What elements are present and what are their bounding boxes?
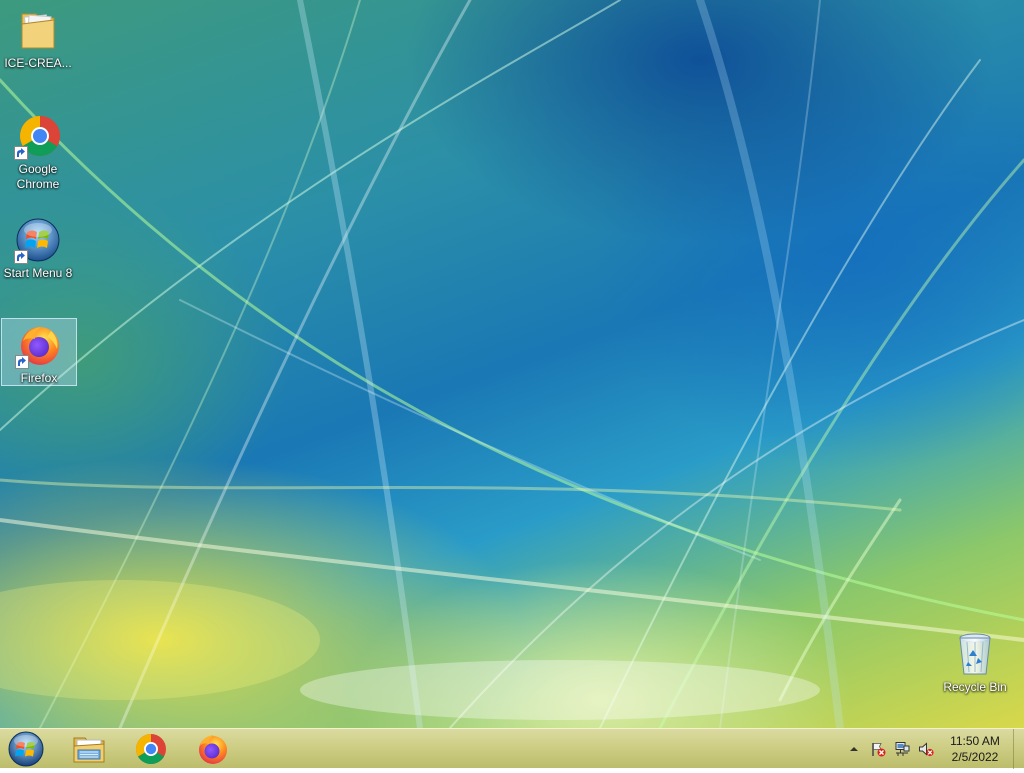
system-tray: 11:50 AM 2/5/2022 xyxy=(844,729,1024,769)
action-center-button[interactable] xyxy=(870,741,886,757)
chrome-icon xyxy=(135,734,166,765)
recycle-bin-icon xyxy=(951,630,999,678)
clock-date: 2/5/2022 xyxy=(951,750,999,764)
desktop-icon-label: Google Chrome xyxy=(16,162,60,191)
taskbar-chrome-button[interactable] xyxy=(125,730,177,768)
windows-orb-icon xyxy=(8,731,44,767)
clock-time: 11:50 AM xyxy=(950,734,1000,748)
clock[interactable]: 11:50 AM 2/5/2022 xyxy=(940,733,1010,765)
action-center-flag-icon xyxy=(872,743,886,757)
network-status-button[interactable] xyxy=(894,741,910,757)
network-icon xyxy=(895,742,910,756)
taskbar: 11:50 AM 2/5/2022 xyxy=(0,728,1024,769)
volume-muted-icon xyxy=(919,742,934,757)
file-explorer-icon xyxy=(73,737,105,763)
shortcut-arrow-icon xyxy=(14,250,28,264)
windows-orb-icon xyxy=(14,216,62,264)
firefox-icon xyxy=(199,735,227,764)
desktop-icon-recycle-bin[interactable]: Recycle Bin xyxy=(937,628,1013,695)
volume-button[interactable] xyxy=(918,741,934,757)
desktop-icon-label: Firefox xyxy=(20,371,58,385)
chrome-icon xyxy=(14,112,62,160)
desktop-icon-label: Start Menu 8 xyxy=(3,266,73,280)
desktop-icon-ice-cream-folder[interactable]: ICE-CREA... xyxy=(0,4,76,71)
desktop-icon-firefox[interactable]: Firefox xyxy=(1,318,77,386)
desktop-icon-google-chrome[interactable]: Google Chrome xyxy=(0,110,76,192)
desktop-icon-label: ICE-CREA... xyxy=(4,56,72,70)
wallpaper xyxy=(0,0,1024,728)
taskbar-firefox-button[interactable] xyxy=(187,730,239,768)
show-hidden-icons-button[interactable] xyxy=(846,741,862,757)
folder-icon xyxy=(14,6,62,54)
chevron-up-icon xyxy=(850,747,858,751)
start-button[interactable] xyxy=(4,730,48,768)
desktop-icon-start-menu-8[interactable]: Start Menu 8 xyxy=(0,214,76,281)
shortcut-arrow-icon xyxy=(15,355,29,369)
desktop-icon-label: Recycle Bin xyxy=(943,680,1007,694)
desktop[interactable]: ICE-CREA... Google Chrome Start Menu 8 F… xyxy=(0,0,1024,728)
taskbar-file-explorer-button[interactable] xyxy=(63,730,115,768)
show-desktop-button[interactable] xyxy=(1013,729,1024,769)
shortcut-arrow-icon xyxy=(14,146,28,160)
firefox-icon xyxy=(15,321,63,369)
